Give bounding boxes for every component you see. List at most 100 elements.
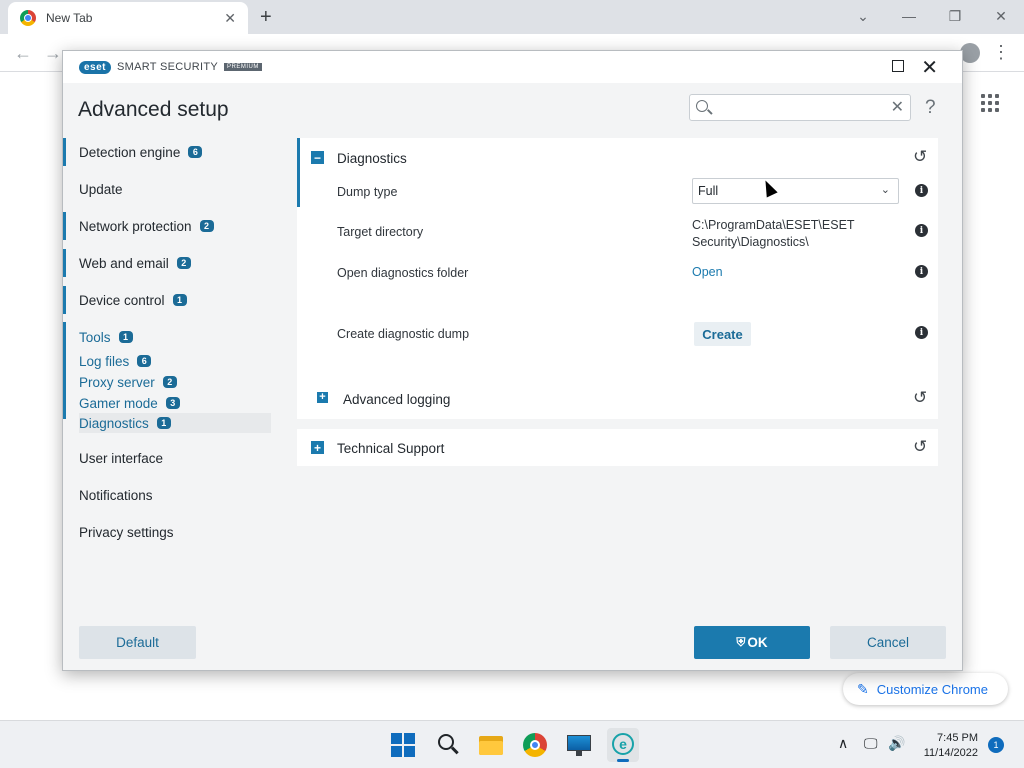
clear-search-icon[interactable]: ✕: [891, 97, 904, 117]
sidebar-item-web-and-email[interactable]: Web and email 2: [63, 249, 191, 277]
info-icon[interactable]: i: [915, 224, 928, 237]
sidebar-item-update[interactable]: Update: [63, 175, 123, 203]
maximize-icon[interactable]: [892, 60, 904, 72]
chrome-menu-icon[interactable]: ⋮: [992, 42, 1010, 63]
sidebar-item-badge: 2: [176, 257, 191, 269]
search-input[interactable]: [716, 97, 886, 118]
expand-advanced-logging-icon[interactable]: +: [317, 392, 328, 403]
chrome-window-controls: ⌄ — ❐ ✕: [840, 0, 1024, 32]
expand-technical-support-icon[interactable]: +: [311, 441, 324, 454]
network-icon[interactable]: 🖵: [864, 735, 878, 752]
technical-support-panel: + Technical Support ↺: [297, 429, 938, 466]
back-arrow-icon[interactable]: ←: [14, 43, 32, 64]
sidebar-item-label: Detection engine: [79, 144, 181, 160]
forward-arrow-icon[interactable]: →: [44, 43, 62, 64]
sidebar-item-label: Web and email: [79, 255, 169, 271]
sidebar-item-badge: 1: [156, 417, 171, 429]
chrome-tab-new-tab[interactable]: New Tab ✕: [8, 2, 248, 34]
chrome-new-tab-button[interactable]: +: [260, 6, 272, 29]
sidebar-item-privacy-settings[interactable]: Privacy settings: [63, 518, 174, 546]
windows-taskbar: e ∧ 🖵 🔊 7:45 PM 11/14/2022 1: [0, 720, 1024, 768]
chrome-tab-search-icon[interactable]: ⌄: [840, 0, 886, 32]
dump-type-select[interactable]: Full ⌄: [692, 178, 899, 204]
eset-titlebar: eset SMART SECURITY PREMIUM ✕: [63, 51, 962, 83]
diagnostics-section-title: Diagnostics: [337, 151, 407, 166]
pencil-icon: ✎: [857, 680, 869, 697]
taskbar-search-icon[interactable]: [436, 733, 460, 757]
eset-logo: eset: [79, 60, 112, 74]
sidebar-item-detection-engine[interactable]: Detection engine 6: [63, 138, 203, 166]
customize-chrome-label: Customize Chrome: [876, 681, 988, 697]
ok-button-label: OK: [747, 635, 768, 650]
create-diagnostic-dump-label: Create diagnostic dump: [337, 327, 470, 341]
shield-icon: ⛨: [736, 635, 746, 649]
file-explorer-icon[interactable]: [479, 733, 503, 757]
sidebar-item-label: Device control: [79, 292, 165, 308]
reset-diagnostics-icon[interactable]: ↺: [913, 147, 927, 167]
cancel-button[interactable]: Cancel: [830, 626, 946, 659]
reset-advanced-logging-icon[interactable]: ↺: [913, 388, 927, 408]
default-button[interactable]: Default: [79, 626, 196, 659]
sidebar-item-label: Network protection: [79, 218, 192, 234]
chrome-favicon-icon: [20, 10, 36, 26]
reset-technical-support-icon[interactable]: ↺: [913, 437, 927, 457]
sidebar-item-tools[interactable]: Tools 1: [79, 327, 133, 347]
sidebar-item-label: Update: [79, 181, 123, 197]
sidebar-item-label: Privacy settings: [79, 524, 174, 540]
dump-type-label: Dump type: [337, 185, 398, 199]
eset-taskbar-icon[interactable]: e: [607, 728, 639, 762]
search-icon: [696, 100, 708, 112]
target-directory-label: Target directory: [337, 225, 424, 239]
volume-icon[interactable]: 🔊: [888, 735, 905, 752]
sidebar-item-label: Tools: [79, 329, 111, 345]
sidebar-item-proxy-server[interactable]: Proxy server 2: [79, 372, 177, 392]
chrome-tab-close-icon[interactable]: ✕: [224, 10, 236, 27]
sidebar-item-badge: 3: [165, 397, 180, 409]
help-icon[interactable]: ?: [925, 97, 936, 119]
create-dump-button[interactable]: Create: [694, 322, 751, 346]
sidebar-item-label: Proxy server: [79, 374, 155, 390]
sidebar-item-diagnostics[interactable]: Diagnostics 1: [79, 413, 271, 433]
advanced-logging-section-title[interactable]: Advanced logging: [343, 392, 450, 407]
chrome-taskbar-icon[interactable]: [523, 733, 547, 757]
collapse-diagnostics-icon[interactable]: −: [311, 151, 324, 164]
google-apps-icon[interactable]: [981, 94, 999, 112]
open-diagnostics-folder-link[interactable]: Open: [692, 265, 723, 279]
sidebar-item-notifications[interactable]: Notifications: [63, 481, 153, 509]
chevron-down-icon: ⌄: [880, 184, 890, 196]
page-title: Advanced setup: [78, 98, 229, 121]
sidebar-item-label: Log files: [79, 353, 130, 369]
windows-start-icon[interactable]: [391, 733, 415, 757]
sidebar-item-gamer-mode[interactable]: Gamer mode 3: [79, 393, 180, 413]
info-icon[interactable]: i: [915, 184, 928, 197]
chrome-restore-icon[interactable]: ❐: [932, 0, 978, 32]
sidebar-item-device-control[interactable]: Device control 1: [63, 286, 187, 314]
notification-count-badge[interactable]: 1: [988, 737, 1004, 753]
sidebar-item-network-protection[interactable]: Network protection 2: [63, 212, 214, 240]
profile-avatar-icon[interactable]: [960, 43, 980, 63]
chrome-tab-title: New Tab: [46, 11, 93, 25]
technical-support-section-title[interactable]: Technical Support: [337, 441, 444, 456]
sidebar-item-label: User interface: [79, 450, 164, 466]
show-hidden-icons-chevron-icon[interactable]: ∧: [838, 735, 848, 752]
sidebar-item-label: Notifications: [79, 487, 153, 503]
sidebar-item-badge: 6: [137, 355, 152, 367]
close-icon[interactable]: ✕: [921, 55, 938, 80]
info-icon[interactable]: i: [915, 326, 928, 339]
sidebar-item-log-files[interactable]: Log files 6: [79, 351, 152, 371]
diagnostics-panel: − Diagnostics ↺ Dump type Full ⌄ i Targe…: [297, 138, 938, 419]
info-icon[interactable]: i: [915, 265, 928, 278]
remote-desktop-icon[interactable]: [567, 733, 591, 757]
ok-button[interactable]: ⛨ OK: [694, 626, 810, 659]
chrome-minimize-icon[interactable]: —: [886, 0, 932, 32]
taskbar-time: 7:45 PM: [937, 732, 978, 744]
eset-product-name: SMART SECURITY: [117, 61, 218, 73]
sidebar-item-user-interface[interactable]: User interface: [63, 444, 163, 472]
dump-type-value: Full: [698, 184, 719, 198]
taskbar-clock[interactable]: 7:45 PM 11/14/2022: [918, 731, 978, 761]
sidebar-item-badge: 2: [199, 220, 214, 232]
chrome-close-icon[interactable]: ✕: [978, 0, 1024, 32]
sidebar-item-label: Diagnostics: [79, 415, 149, 431]
sidebar-item-badge: 1: [118, 331, 133, 343]
customize-chrome-button[interactable]: ✎ Customize Chrome: [843, 673, 1008, 705]
